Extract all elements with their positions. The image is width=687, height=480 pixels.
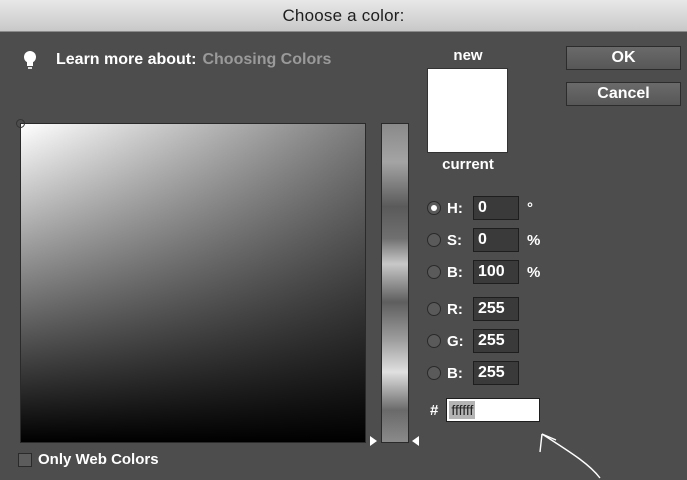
red-input[interactable]: 255	[473, 297, 519, 321]
color-swatch	[427, 68, 508, 153]
field-row-blue: B: 255	[427, 361, 519, 385]
hex-input[interactable]: ffffff	[446, 398, 541, 422]
field-row-red: R: 255	[427, 297, 519, 321]
red-label: R:	[447, 300, 463, 318]
lightbulb-icon	[22, 50, 38, 70]
only-web-colors[interactable]: Only Web Colors	[18, 451, 159, 468]
slider-handle-left-icon[interactable]	[412, 436, 419, 446]
title-bar[interactable]: Choose a color:	[0, 0, 687, 32]
saturation-unit: %	[527, 231, 541, 249]
annotation-arrow-icon	[539, 433, 601, 479]
color-field[interactable]	[16, 119, 366, 443]
hue-slider[interactable]	[381, 123, 409, 443]
radio-hue[interactable]	[427, 201, 441, 215]
new-label: new	[453, 47, 483, 64]
blue-input[interactable]: 255	[473, 361, 519, 385]
radio-blue[interactable]	[427, 366, 441, 380]
green-input[interactable]: 255	[473, 329, 519, 353]
brightness-label: B:	[447, 263, 463, 281]
radio-red[interactable]	[427, 302, 441, 316]
saturation-input[interactable]: 0	[473, 228, 519, 252]
brightness-unit: %	[527, 263, 541, 281]
field-marker-arrow	[370, 436, 377, 446]
radio-saturation[interactable]	[427, 233, 441, 247]
window-title: Choose a color:	[282, 6, 405, 25]
ok-button[interactable]: OK	[566, 46, 681, 70]
hex-row: # ffffff	[430, 398, 541, 422]
hex-prefix: #	[430, 401, 439, 419]
web-colors-label: Only Web Colors	[38, 451, 159, 468]
cancel-button[interactable]: Cancel	[566, 82, 681, 106]
radio-green[interactable]	[427, 334, 441, 348]
green-label: G:	[447, 332, 464, 350]
field-row-hue: H: 0 °	[427, 196, 533, 220]
hue-label: H:	[447, 199, 463, 217]
field-row-green: G: 255	[427, 329, 519, 353]
radio-brightness[interactable]	[427, 265, 441, 279]
hue-input[interactable]: 0	[473, 196, 519, 220]
saturation-label: S:	[447, 231, 462, 249]
degree-unit: °	[527, 199, 533, 217]
current-label: current	[442, 156, 494, 173]
color-picker-cursor[interactable]	[16, 119, 25, 128]
web-colors-checkbox[interactable]	[18, 452, 32, 467]
learn-more-label: Learn more about:	[56, 51, 197, 68]
choosing-colors-link[interactable]: Choosing Colors	[202, 51, 331, 69]
blue-label: B:	[447, 364, 463, 382]
hex-value: ffffff	[449, 401, 476, 419]
brightness-input[interactable]: 100	[473, 260, 519, 284]
field-row-saturation: S: 0 %	[427, 228, 540, 252]
field-row-brightness: B: 100 %	[427, 260, 540, 284]
learn-more-row: Learn more about: Choosing Colors	[22, 49, 331, 71]
